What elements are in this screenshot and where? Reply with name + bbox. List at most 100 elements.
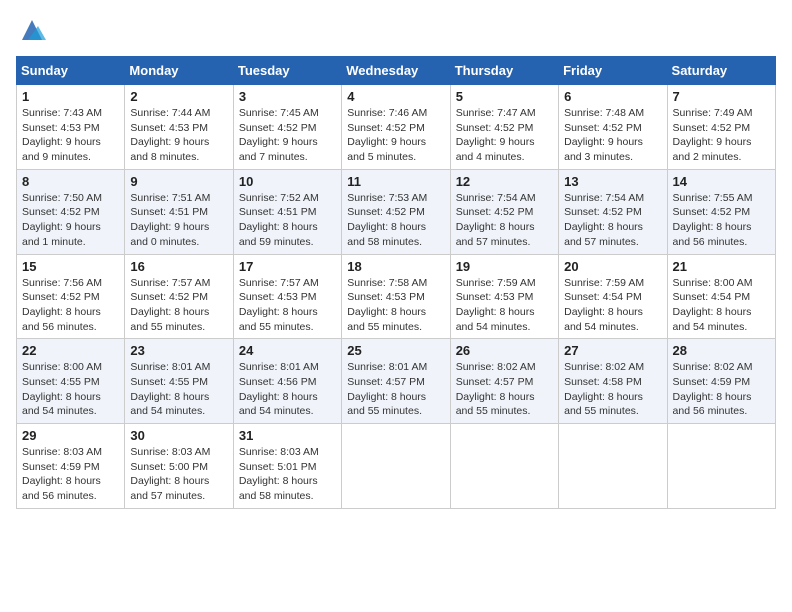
day-number: 24: [239, 343, 336, 358]
day-info: Sunrise: 8:00 AM Sunset: 4:54 PM Dayligh…: [673, 276, 770, 335]
weekday-header-friday: Friday: [559, 57, 667, 85]
day-info: Sunrise: 7:47 AM Sunset: 4:52 PM Dayligh…: [456, 106, 553, 165]
day-info: Sunrise: 7:49 AM Sunset: 4:52 PM Dayligh…: [673, 106, 770, 165]
calendar-cell: 22 Sunrise: 8:00 AM Sunset: 4:55 PM Dayl…: [17, 339, 125, 424]
day-number: 3: [239, 89, 336, 104]
day-number: 21: [673, 259, 770, 274]
calendar-cell: 3 Sunrise: 7:45 AM Sunset: 4:52 PM Dayli…: [233, 85, 341, 170]
calendar-cell: [667, 424, 775, 509]
calendar-table: SundayMondayTuesdayWednesdayThursdayFrid…: [16, 56, 776, 509]
day-info: Sunrise: 7:59 AM Sunset: 4:53 PM Dayligh…: [456, 276, 553, 335]
day-number: 9: [130, 174, 227, 189]
day-number: 17: [239, 259, 336, 274]
day-number: 23: [130, 343, 227, 358]
day-number: 15: [22, 259, 119, 274]
calendar-cell: 17 Sunrise: 7:57 AM Sunset: 4:53 PM Dayl…: [233, 254, 341, 339]
logo: [16, 16, 46, 44]
day-info: Sunrise: 7:51 AM Sunset: 4:51 PM Dayligh…: [130, 191, 227, 250]
calendar-week-row: 8 Sunrise: 7:50 AM Sunset: 4:52 PM Dayli…: [17, 169, 776, 254]
day-info: Sunrise: 8:03 AM Sunset: 4:59 PM Dayligh…: [22, 445, 119, 504]
day-info: Sunrise: 8:02 AM Sunset: 4:57 PM Dayligh…: [456, 360, 553, 419]
weekday-header-saturday: Saturday: [667, 57, 775, 85]
day-number: 1: [22, 89, 119, 104]
weekday-header-row: SundayMondayTuesdayWednesdayThursdayFrid…: [17, 57, 776, 85]
day-info: Sunrise: 7:55 AM Sunset: 4:52 PM Dayligh…: [673, 191, 770, 250]
calendar-cell: 30 Sunrise: 8:03 AM Sunset: 5:00 PM Dayl…: [125, 424, 233, 509]
day-number: 11: [347, 174, 444, 189]
page-header: [16, 16, 776, 44]
day-info: Sunrise: 7:45 AM Sunset: 4:52 PM Dayligh…: [239, 106, 336, 165]
calendar-cell: 16 Sunrise: 7:57 AM Sunset: 4:52 PM Dayl…: [125, 254, 233, 339]
calendar-week-row: 22 Sunrise: 8:00 AM Sunset: 4:55 PM Dayl…: [17, 339, 776, 424]
day-info: Sunrise: 8:02 AM Sunset: 4:59 PM Dayligh…: [673, 360, 770, 419]
logo-icon: [18, 16, 46, 44]
calendar-cell: 31 Sunrise: 8:03 AM Sunset: 5:01 PM Dayl…: [233, 424, 341, 509]
calendar-cell: 24 Sunrise: 8:01 AM Sunset: 4:56 PM Dayl…: [233, 339, 341, 424]
day-number: 4: [347, 89, 444, 104]
day-info: Sunrise: 7:58 AM Sunset: 4:53 PM Dayligh…: [347, 276, 444, 335]
calendar-cell: 28 Sunrise: 8:02 AM Sunset: 4:59 PM Dayl…: [667, 339, 775, 424]
calendar-cell: 1 Sunrise: 7:43 AM Sunset: 4:53 PM Dayli…: [17, 85, 125, 170]
calendar-cell: 19 Sunrise: 7:59 AM Sunset: 4:53 PM Dayl…: [450, 254, 558, 339]
day-number: 6: [564, 89, 661, 104]
calendar-cell: 29 Sunrise: 8:03 AM Sunset: 4:59 PM Dayl…: [17, 424, 125, 509]
calendar-cell: 27 Sunrise: 8:02 AM Sunset: 4:58 PM Dayl…: [559, 339, 667, 424]
day-info: Sunrise: 7:44 AM Sunset: 4:53 PM Dayligh…: [130, 106, 227, 165]
day-number: 27: [564, 343, 661, 358]
calendar-cell: 2 Sunrise: 7:44 AM Sunset: 4:53 PM Dayli…: [125, 85, 233, 170]
day-info: Sunrise: 7:43 AM Sunset: 4:53 PM Dayligh…: [22, 106, 119, 165]
day-number: 7: [673, 89, 770, 104]
day-number: 30: [130, 428, 227, 443]
calendar-cell: 9 Sunrise: 7:51 AM Sunset: 4:51 PM Dayli…: [125, 169, 233, 254]
day-number: 20: [564, 259, 661, 274]
day-info: Sunrise: 8:02 AM Sunset: 4:58 PM Dayligh…: [564, 360, 661, 419]
day-info: Sunrise: 8:01 AM Sunset: 4:56 PM Dayligh…: [239, 360, 336, 419]
day-number: 10: [239, 174, 336, 189]
day-info: Sunrise: 7:54 AM Sunset: 4:52 PM Dayligh…: [564, 191, 661, 250]
calendar-week-row: 29 Sunrise: 8:03 AM Sunset: 4:59 PM Dayl…: [17, 424, 776, 509]
day-info: Sunrise: 7:50 AM Sunset: 4:52 PM Dayligh…: [22, 191, 119, 250]
calendar-cell: 13 Sunrise: 7:54 AM Sunset: 4:52 PM Dayl…: [559, 169, 667, 254]
calendar-cell: 11 Sunrise: 7:53 AM Sunset: 4:52 PM Dayl…: [342, 169, 450, 254]
calendar-cell: 25 Sunrise: 8:01 AM Sunset: 4:57 PM Dayl…: [342, 339, 450, 424]
calendar-cell: 6 Sunrise: 7:48 AM Sunset: 4:52 PM Dayli…: [559, 85, 667, 170]
calendar-cell: 12 Sunrise: 7:54 AM Sunset: 4:52 PM Dayl…: [450, 169, 558, 254]
calendar-week-row: 1 Sunrise: 7:43 AM Sunset: 4:53 PM Dayli…: [17, 85, 776, 170]
calendar-cell: 4 Sunrise: 7:46 AM Sunset: 4:52 PM Dayli…: [342, 85, 450, 170]
calendar-cell: 21 Sunrise: 8:00 AM Sunset: 4:54 PM Dayl…: [667, 254, 775, 339]
calendar-cell: [450, 424, 558, 509]
day-number: 13: [564, 174, 661, 189]
day-info: Sunrise: 8:03 AM Sunset: 5:00 PM Dayligh…: [130, 445, 227, 504]
calendar-cell: 14 Sunrise: 7:55 AM Sunset: 4:52 PM Dayl…: [667, 169, 775, 254]
calendar-cell: 26 Sunrise: 8:02 AM Sunset: 4:57 PM Dayl…: [450, 339, 558, 424]
day-info: Sunrise: 7:56 AM Sunset: 4:52 PM Dayligh…: [22, 276, 119, 335]
day-number: 16: [130, 259, 227, 274]
day-number: 28: [673, 343, 770, 358]
day-info: Sunrise: 7:57 AM Sunset: 4:52 PM Dayligh…: [130, 276, 227, 335]
day-info: Sunrise: 7:52 AM Sunset: 4:51 PM Dayligh…: [239, 191, 336, 250]
weekday-header-tuesday: Tuesday: [233, 57, 341, 85]
day-info: Sunrise: 7:46 AM Sunset: 4:52 PM Dayligh…: [347, 106, 444, 165]
day-number: 22: [22, 343, 119, 358]
day-number: 19: [456, 259, 553, 274]
calendar-week-row: 15 Sunrise: 7:56 AM Sunset: 4:52 PM Dayl…: [17, 254, 776, 339]
day-number: 8: [22, 174, 119, 189]
day-number: 2: [130, 89, 227, 104]
day-info: Sunrise: 7:54 AM Sunset: 4:52 PM Dayligh…: [456, 191, 553, 250]
weekday-header-wednesday: Wednesday: [342, 57, 450, 85]
day-info: Sunrise: 7:57 AM Sunset: 4:53 PM Dayligh…: [239, 276, 336, 335]
weekday-header-monday: Monday: [125, 57, 233, 85]
calendar-cell: [342, 424, 450, 509]
day-info: Sunrise: 7:53 AM Sunset: 4:52 PM Dayligh…: [347, 191, 444, 250]
day-number: 26: [456, 343, 553, 358]
day-number: 12: [456, 174, 553, 189]
calendar-cell: [559, 424, 667, 509]
calendar-cell: 7 Sunrise: 7:49 AM Sunset: 4:52 PM Dayli…: [667, 85, 775, 170]
calendar-cell: 23 Sunrise: 8:01 AM Sunset: 4:55 PM Dayl…: [125, 339, 233, 424]
calendar-cell: 18 Sunrise: 7:58 AM Sunset: 4:53 PM Dayl…: [342, 254, 450, 339]
day-number: 29: [22, 428, 119, 443]
day-number: 5: [456, 89, 553, 104]
weekday-header-sunday: Sunday: [17, 57, 125, 85]
day-number: 14: [673, 174, 770, 189]
calendar-cell: 15 Sunrise: 7:56 AM Sunset: 4:52 PM Dayl…: [17, 254, 125, 339]
